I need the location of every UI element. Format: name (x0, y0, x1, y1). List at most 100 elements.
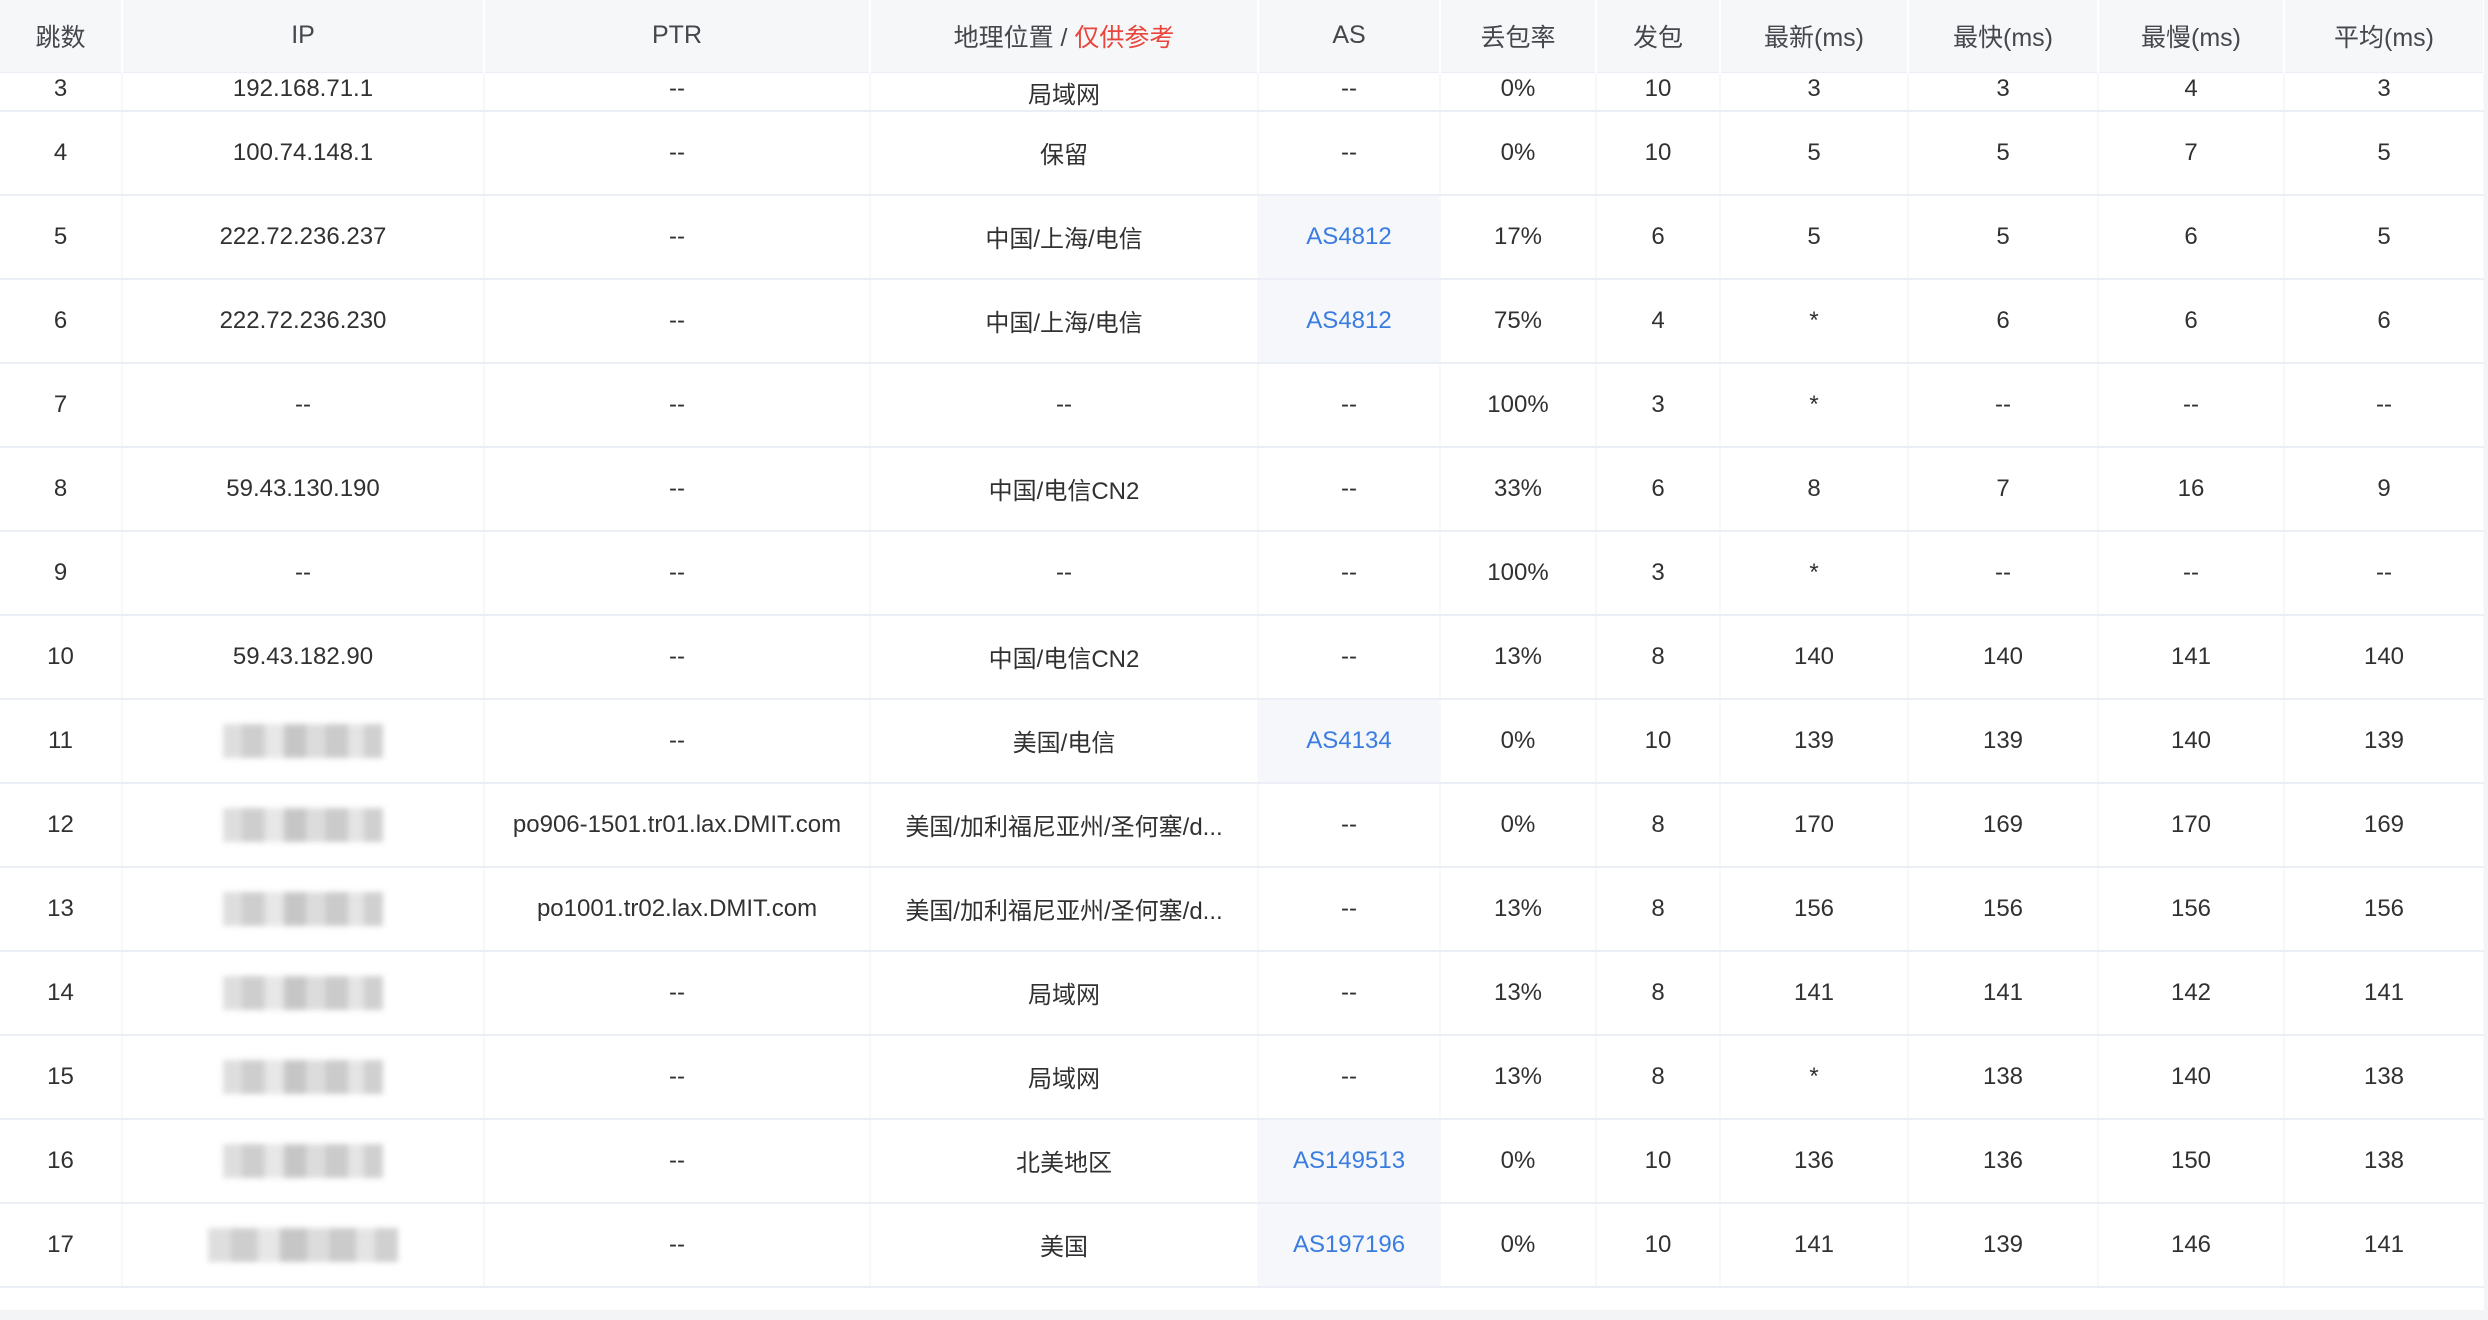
as-link[interactable]: AS149513 (1293, 1147, 1405, 1174)
cell-as: -- (1258, 72, 1441, 112)
cell-as: -- (1258, 950, 1441, 1036)
cell-avg: 141 (2284, 950, 2484, 1036)
cell-ip (122, 1202, 485, 1288)
cell-ip (122, 866, 485, 952)
table-row: 9 -- -- -- -- 100% 3 * -- -- -- (0, 530, 2484, 616)
cell-best: 169 (1908, 782, 2099, 868)
cell-geo: 美国 (870, 1202, 1259, 1288)
cell-hop: 16 (0, 1118, 123, 1204)
cell-geo: 中国/上海/电信 (870, 194, 1259, 280)
cell-geo: 美国/加利福尼亚州/圣何塞/d... (870, 782, 1259, 868)
cell-sent: 10 (1596, 1118, 1721, 1204)
cell-sent: 10 (1596, 72, 1721, 112)
cell-last: * (1720, 1034, 1909, 1120)
cell-ip: 222.72.236.230 (122, 278, 485, 364)
cell-last: 3 (1720, 72, 1909, 112)
page-background-strip (0, 1310, 2488, 1320)
as-link[interactable]: AS4812 (1306, 307, 1391, 334)
cell-ptr: -- (484, 1034, 871, 1120)
redacted-ip (223, 807, 383, 842)
cell-loss: 75% (1440, 278, 1597, 364)
cell-ptr: -- (484, 194, 871, 280)
as-link[interactable]: AS4812 (1306, 223, 1391, 250)
header-geo-label: 地理位置 (953, 23, 1054, 52)
cell-sent: 10 (1596, 110, 1721, 196)
cell-last: 141 (1720, 950, 1909, 1036)
cell-hop: 7 (0, 362, 123, 448)
cell-avg: 9 (2284, 446, 2484, 532)
cell-avg: 5 (2284, 194, 2484, 280)
cell-ptr: -- (484, 72, 871, 112)
cell-best: -- (1908, 362, 2099, 448)
cell-avg: -- (2284, 362, 2484, 448)
cell-worst: 146 (2098, 1202, 2285, 1288)
cell-loss: 13% (1440, 1034, 1597, 1120)
cell-sent: 8 (1596, 1034, 1721, 1120)
cell-avg: 141 (2284, 1202, 2484, 1288)
cell-avg: 138 (2284, 1034, 2484, 1120)
table-row: 10 59.43.182.90 -- 中国/电信CN2 -- 13% 8 140 140 141 1… (0, 614, 2484, 700)
cell-geo: 美国/加利福尼亚州/圣何塞/d... (870, 866, 1259, 952)
cell-ip: -- (122, 362, 485, 448)
cell-best: 3 (1908, 72, 2099, 112)
cell-loss: 100% (1440, 530, 1597, 616)
cell-geo: 北美地区 (870, 1118, 1259, 1204)
cell-worst: 141 (2098, 614, 2285, 700)
cell-loss: 0% (1440, 1202, 1597, 1288)
header-hop: 跳数 (0, 0, 123, 73)
header-ip: IP (122, 0, 485, 73)
cell-worst: 6 (2098, 194, 2285, 280)
cell-last: 140 (1720, 614, 1909, 700)
cell-geo: 局域网 (870, 1034, 1259, 1120)
cell-geo: 保留 (870, 110, 1259, 196)
cell-ip (122, 950, 485, 1036)
header-avg: 平均(ms) (2284, 0, 2484, 73)
cell-best: 7 (1908, 446, 2099, 532)
cell-hop: 6 (0, 278, 123, 364)
traceroute-table: 跳数 IP PTR 地理位置 / 仅供参考 AS 丢包率 发包 最新(ms) 最… (0, 0, 2484, 1288)
as-link[interactable]: AS197196 (1293, 1231, 1405, 1258)
cell-last: * (1720, 278, 1909, 364)
as-link[interactable]: AS4134 (1306, 727, 1391, 754)
cell-best: 6 (1908, 278, 2099, 364)
cell-best: 156 (1908, 866, 2099, 952)
header-geo-note: 仅供参考 (1074, 23, 1175, 52)
cell-sent: 6 (1596, 446, 1721, 532)
cell-ptr: -- (484, 950, 871, 1036)
table-row: 12 po906-1501.tr01.lax.DMIT.com 美国/加利福尼亚州/… (0, 782, 2484, 868)
cell-avg: -- (2284, 530, 2484, 616)
table-row: 17 -- 美国 AS197196 0% 10 141 139 146 141 (0, 1202, 2484, 1288)
cell-best: 5 (1908, 194, 2099, 280)
cell-best: 139 (1908, 1202, 2099, 1288)
cell-geo: 局域网 (870, 72, 1259, 112)
cell-loss: 0% (1440, 782, 1597, 868)
cell-avg: 169 (2284, 782, 2484, 868)
cell-worst: -- (2098, 362, 2285, 448)
header-sent: 发包 (1596, 0, 1721, 73)
cell-last: 139 (1720, 698, 1909, 784)
cell-loss: 17% (1440, 194, 1597, 280)
table-row: 15 -- 局域网 -- 13% 8 * 138 140 138 (0, 1034, 2484, 1120)
cell-best: 141 (1908, 950, 2099, 1036)
cell-ptr: -- (484, 278, 871, 364)
cell-ptr: -- (484, 110, 871, 196)
cell-as: -- (1258, 782, 1441, 868)
cell-worst: 16 (2098, 446, 2285, 532)
cell-avg: 156 (2284, 866, 2484, 952)
cell-hop: 8 (0, 446, 123, 532)
cell-worst: 150 (2098, 1118, 2285, 1204)
header-geo: 地理位置 / 仅供参考 (870, 0, 1259, 73)
header-worst: 最慢(ms) (2098, 0, 2285, 73)
cell-loss: 0% (1440, 72, 1597, 112)
cell-geo: -- (870, 530, 1259, 616)
cell-last: 5 (1720, 110, 1909, 196)
cell-hop: 3 (0, 72, 123, 112)
cell-ip: -- (122, 530, 485, 616)
cell-worst: 156 (2098, 866, 2285, 952)
cell-hop: 11 (0, 698, 123, 784)
cell-as: AS4812 (1258, 278, 1441, 364)
cell-ip: 100.74.148.1 (122, 110, 485, 196)
cell-sent: 4 (1596, 278, 1721, 364)
cell-sent: 10 (1596, 1202, 1721, 1288)
cell-last: 5 (1720, 194, 1909, 280)
